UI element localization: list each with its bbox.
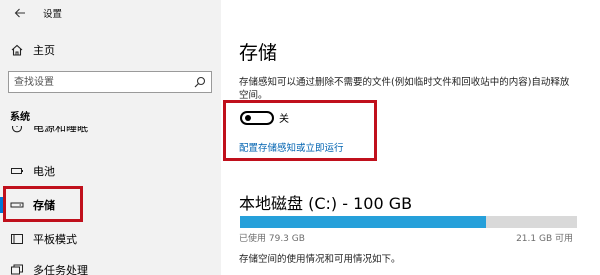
battery-icon [11, 168, 23, 174]
toggle-knob [245, 115, 251, 121]
disk-used-label: 已使用 79.3 GB [239, 234, 305, 244]
section-label-system: 系统 [10, 112, 30, 123]
tablet-mode-icon [11, 234, 23, 244]
back-arrow-icon [14, 8, 25, 18]
window-title: 设置 [43, 9, 63, 20]
disk-free-label: 21.1 GB 可用 [516, 234, 573, 244]
disk-usage-fill [240, 216, 486, 228]
back-button[interactable] [10, 3, 30, 23]
sidebar-item-label: 电源和睡眠 [33, 126, 88, 134]
disk-usage-bar[interactable] [240, 216, 577, 228]
sidebar-item-power-sleep[interactable]: 电源和睡眠 [0, 126, 221, 140]
toggle-state-label: 关 [279, 114, 289, 125]
search-icon[interactable] [194, 76, 206, 88]
search-input[interactable] [9, 72, 189, 92]
sidebar-item-label: 存储 [33, 199, 55, 212]
sidebar: 设置 主页 系统 电源和睡眠 电池 [0, 0, 221, 275]
multitasking-icon [11, 264, 23, 275]
sidebar-item-tablet-mode[interactable]: 平板模式 [0, 225, 221, 253]
home-icon [11, 44, 23, 56]
sidebar-item-multitasking[interactable]: 多任务处理 [0, 256, 221, 275]
search-box[interactable] [8, 71, 212, 93]
storage-sense-toggle[interactable] [240, 111, 274, 125]
page-title: 存储 [239, 42, 278, 64]
sidebar-item-label: 电池 [33, 165, 55, 178]
main-content: 存储 存储感知可以通过删除不需要的文件(例如临时文件和回收站中的内容)自动释放空… [221, 0, 600, 275]
sidebar-item-storage[interactable]: 存储 [0, 191, 221, 219]
configure-storage-sense-link[interactable]: 配置存储感知或立即运行 [239, 140, 344, 154]
power-icon [11, 126, 23, 133]
sidebar-item-label: 平板模式 [33, 233, 77, 246]
usage-description: 存储空间的使用情况和可用情况如下。 [239, 254, 401, 265]
title-bar: 设置 [0, 0, 221, 26]
disk-title[interactable]: 本地磁盘 (C:) - 100 GB [239, 190, 412, 214]
sidebar-item-battery[interactable]: 电池 [0, 157, 221, 185]
storage-sense-description: 存储感知可以通过删除不需要的文件(例如临时文件和回收站中的内容)自动释放空间。 [239, 77, 570, 101]
sidebar-item-label: 主页 [33, 44, 55, 57]
storage-icon [10, 202, 24, 208]
sidebar-item-label: 多任务处理 [33, 264, 88, 275]
sidebar-item-home[interactable]: 主页 [0, 36, 221, 64]
